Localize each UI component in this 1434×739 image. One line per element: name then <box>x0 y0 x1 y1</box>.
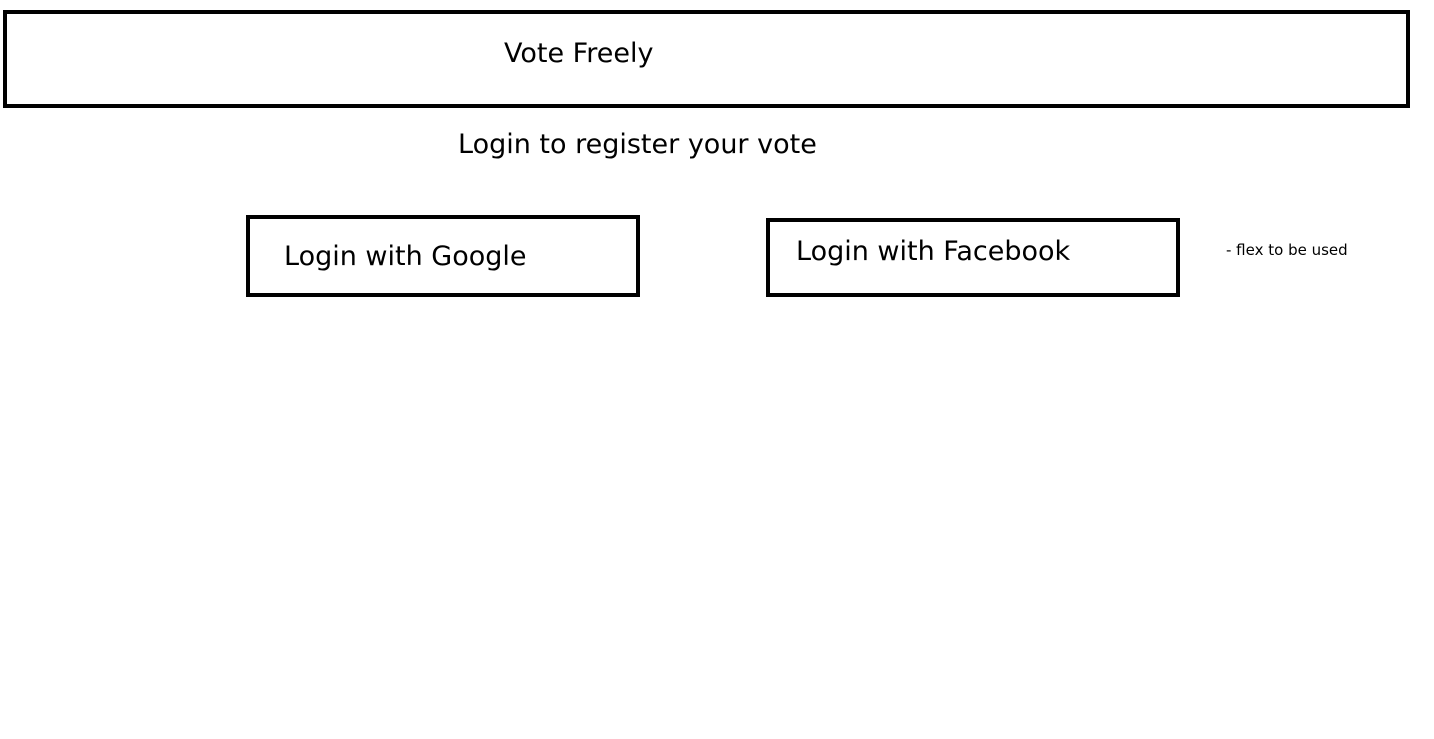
login-with-google-button[interactable]: Login with Google <box>246 215 640 297</box>
header-bar: Vote Freely <box>3 10 1410 108</box>
app-title: Vote Freely <box>504 38 654 69</box>
login-with-facebook-button[interactable]: Login with Facebook <box>766 218 1180 297</box>
facebook-button-label: Login with Facebook <box>796 236 1071 267</box>
login-prompt: Login to register your vote <box>458 129 817 160</box>
layout-note: - flex to be used <box>1226 241 1348 259</box>
google-button-label: Login with Google <box>284 241 527 272</box>
